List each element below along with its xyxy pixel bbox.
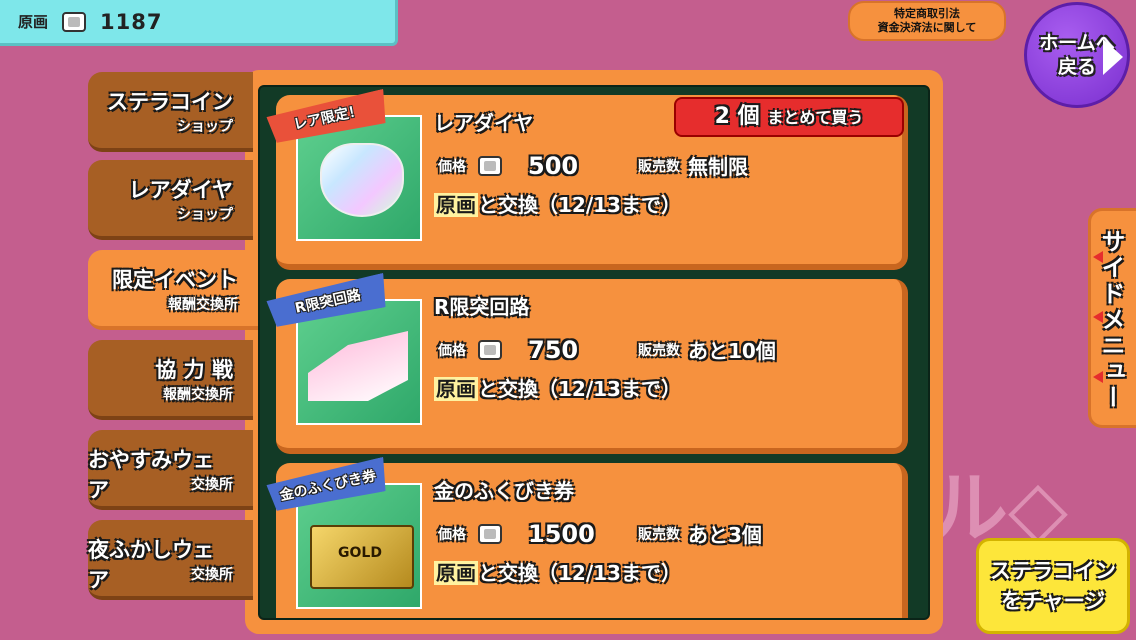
tab-label: 限定イベント [112,268,238,292]
price-label: 価格 [438,158,466,175]
item-card-rare-diamond[interactable]: レア限定！ レアダイヤ 2 個 まとめて買う 価格 500 販売数 無制限 原画… [276,95,908,270]
gem-icon [62,11,87,32]
price-row: 価格 500 販売数 無制限 [438,151,748,180]
side-menu-button[interactable]: サイドメニュー [1088,208,1136,428]
ticket-icon: GOLD [310,525,414,589]
tab-label: 協 力 戦 [155,358,233,382]
tab-coop-battle-exchange[interactable]: 協 力 戦 報酬交換所 [88,340,253,420]
tab-sublabel: 報酬交換所 [168,297,238,313]
price-label: 価格 [438,526,466,543]
charge-line1: ステラコイン [990,559,1116,583]
exchange-info: 原画 と交換（12/13まで） [434,373,681,402]
tab-label: ステラコイン [107,90,233,114]
tab-label: レアダイヤ [128,178,233,202]
stock-label: 販売数 [638,342,680,359]
item-card-r-limit-circuit[interactable]: R限突回路 R限突回路 価格 750 販売数 あと10個 原画 と交換（12/13… [276,279,908,454]
home-line2: 戻る [1057,56,1096,78]
gem-icon [478,155,502,176]
price-value: 500 [528,151,579,180]
price-row: 価格 1500 販売数 あと3個 [438,519,762,548]
legal-line2: 資金決済法に関して [877,21,977,34]
charge-stellacoin-button[interactable]: ステラコイン をチャージ [976,538,1130,634]
stock-label: 販売数 [638,158,680,175]
bulk-text: まとめて買う [767,108,864,127]
exchange-text: と交換（12/13まで） [478,377,681,401]
currency-label: 原画 [18,13,49,31]
stock-label: 販売数 [638,526,680,543]
currency-highlight: 原画 [434,561,478,585]
home-button[interactable]: ホームへ 戻る [1024,2,1130,108]
tab-sublabel: ショップ [177,207,233,223]
tab-sublabel: 交換所 [191,567,233,583]
legal-info-button[interactable]: 特定商取引法 資金決済法に関して [848,1,1006,41]
item-card-gold-lottery-ticket[interactable]: GOLD 金のふくびき券 金のふくびき券 価格 1500 販売数 あと3個 原画… [276,463,908,618]
tab-sublabel: 交換所 [191,477,233,493]
tab-sleepwear-exchange[interactable]: おやすみウェア 交換所 [88,430,253,510]
exchange-info: 原画 と交換（12/13まで） [434,557,681,586]
side-menu-label: サイドメニュー [1097,229,1125,411]
circuit-icon [308,331,408,401]
arrow-right-icon [1103,39,1123,75]
gem-icon [478,339,502,360]
legal-line1: 特定商取引法 [894,7,960,20]
exchange-text: と交換（12/13まで） [478,561,681,585]
item-name: レアダイヤ [434,111,534,135]
exchange-info: 原画 と交換（12/13まで） [434,189,681,218]
item-list[interactable]: レア限定！ レアダイヤ 2 個 まとめて買う 価格 500 販売数 無制限 原画… [258,85,930,620]
stock-value: 無制限 [688,155,748,179]
exchange-text: と交換（12/13まで） [478,193,681,217]
charge-line2: をチャージ [1000,589,1106,613]
price-label: 価格 [438,342,466,359]
gem-icon [478,523,502,544]
tab-sublabel: ショップ [177,119,233,135]
price-row: 価格 750 販売数 あと10個 [438,335,776,364]
currency-highlight: 原画 [434,193,478,217]
tab-sublabel: 報酬交換所 [163,387,233,403]
price-value: 750 [528,335,579,364]
stock-value: あと10個 [688,339,776,363]
tab-stellacoin-shop[interactable]: ステラコイン ショップ [88,72,253,152]
price-value: 1500 [528,519,595,548]
bulk-buy-button[interactable]: 2 個 まとめて買う [674,97,904,137]
stock-value: あと3個 [688,523,762,547]
item-name: 金のふくびき券 [434,479,574,503]
bulk-count: 2 個 [714,104,760,129]
currency-highlight: 原画 [434,377,478,401]
tab-rare-diamond-shop[interactable]: レアダイヤ ショップ [88,160,253,240]
diamond-icon [320,143,404,217]
tab-nightwear-exchange[interactable]: 夜ふかしウェア 交換所 [88,520,253,600]
item-name: R限突回路 [434,295,530,319]
currency-bar: 原画 1187 [0,0,398,46]
tab-limited-event-exchange[interactable]: 限定イベント 報酬交換所 [88,250,258,330]
ticket-label: GOLD [338,545,382,561]
currency-amount: 1187 [100,9,163,34]
